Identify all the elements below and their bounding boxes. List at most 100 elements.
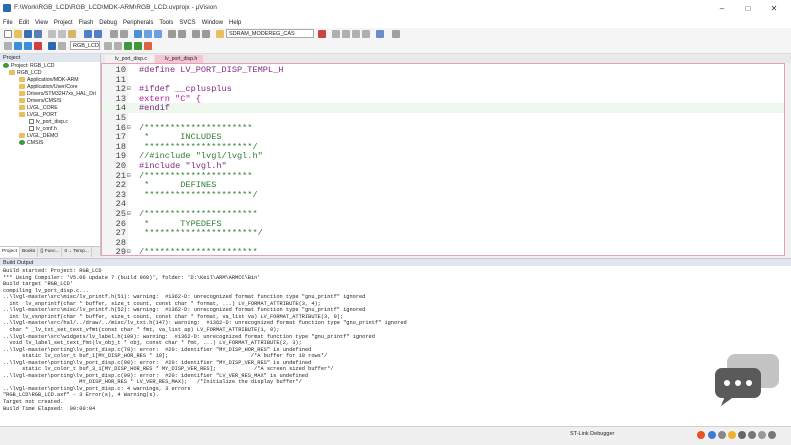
code-editor[interactable]: 10 #define LV_PORT_DISP_TEMPL_H 11 12 ⊟ #ifde… bbox=[101, 63, 785, 256]
tree-item-application-user-core[interactable]: Application/User/Core bbox=[19, 84, 77, 91]
close-button[interactable]: ✕ bbox=[764, 2, 784, 15]
microphone-icon[interactable] bbox=[738, 431, 746, 439]
debug-start-icon[interactable] bbox=[342, 30, 350, 38]
menu-view[interactable]: View bbox=[32, 18, 51, 28]
code-line: 17 * INCLUDES bbox=[102, 132, 784, 142]
menu-debug[interactable]: Debug bbox=[96, 18, 120, 28]
menu-window[interactable]: Window bbox=[199, 18, 226, 28]
tree-item-application-mdk-arm[interactable]: Application/MDK-ARM bbox=[19, 77, 79, 84]
line-number: 19 bbox=[115, 151, 126, 162]
nav-back-icon[interactable] bbox=[110, 30, 118, 38]
tree-item-lv-port-disp-c[interactable]: lv_port_disp.c bbox=[29, 119, 68, 126]
select-packs-icon[interactable] bbox=[144, 42, 152, 50]
target-select[interactable]: RGB_LCD bbox=[70, 41, 100, 50]
menu-svcs[interactable]: SVCS bbox=[176, 18, 198, 28]
tree-item-lv-conf-h[interactable]: lv_conf.h bbox=[29, 126, 57, 133]
bookmark-icon[interactable] bbox=[134, 30, 142, 38]
project-icon bbox=[3, 63, 9, 68]
tree-item-lvgl-port[interactable]: LVGL_PORT bbox=[19, 112, 57, 119]
tree-item-project[interactable]: Project: RGB_LCD bbox=[3, 63, 55, 70]
menu-tools[interactable]: Tools bbox=[156, 18, 176, 28]
new-file-icon[interactable] bbox=[4, 30, 12, 38]
translate-icon[interactable] bbox=[4, 42, 12, 50]
tree-item-cmsis[interactable]: CMSIS bbox=[19, 140, 43, 147]
minimize-button[interactable]: – bbox=[712, 2, 732, 15]
status-bar: ST-Link Debugger bbox=[0, 426, 791, 445]
unindent-icon[interactable] bbox=[178, 30, 186, 38]
breakpoint-toggle-icon[interactable] bbox=[362, 30, 370, 38]
menu-flash[interactable]: Flash bbox=[76, 18, 97, 28]
maximize-button[interactable]: □ bbox=[738, 2, 758, 15]
build-icon[interactable] bbox=[14, 42, 22, 50]
prev-bookmark-icon[interactable] bbox=[144, 30, 152, 38]
download-icon[interactable] bbox=[48, 42, 56, 50]
next-bookmark-icon[interactable] bbox=[154, 30, 162, 38]
copy-icon[interactable] bbox=[58, 30, 66, 38]
manage-rte-icon[interactable] bbox=[124, 42, 132, 50]
find-in-files-icon[interactable] bbox=[216, 30, 224, 38]
build-output-line: int lv_vsnprintf(char * buffer, size_t c… bbox=[3, 313, 344, 320]
cut-icon[interactable] bbox=[48, 30, 56, 38]
tab-templates[interactable]: 0→ Temp... bbox=[62, 247, 92, 257]
tree-item-rgb-lcd[interactable]: RGB_LCD bbox=[9, 70, 42, 77]
file-extensions-icon[interactable] bbox=[114, 42, 122, 50]
config-wrench-icon[interactable] bbox=[392, 30, 400, 38]
editor-vertical-scrollbar[interactable] bbox=[785, 63, 791, 256]
keyboard-icon[interactable] bbox=[748, 431, 756, 439]
paste-icon[interactable] bbox=[68, 30, 76, 38]
menu-grid-icon[interactable] bbox=[768, 431, 776, 439]
pack-installer-icon[interactable] bbox=[134, 42, 142, 50]
fold-toggle-icon[interactable]: ⊟ bbox=[127, 247, 133, 255]
menu-edit[interactable]: Edit bbox=[16, 18, 32, 28]
comment-icon[interactable] bbox=[192, 30, 200, 38]
indent-icon[interactable] bbox=[168, 30, 176, 38]
uncomment-icon[interactable] bbox=[202, 30, 210, 38]
menu-peripherals[interactable]: Peripherals bbox=[120, 18, 156, 28]
skin-icon[interactable] bbox=[758, 431, 766, 439]
stop-build-icon[interactable] bbox=[58, 42, 66, 50]
target-options-icon[interactable] bbox=[104, 42, 112, 50]
tree-item-lvgl-core[interactable]: LVGL_CORE bbox=[19, 105, 58, 112]
title-bar: F:\Work\RGB_LCD\RGB_LCD\MDK-ARM\RGB_LCD.… bbox=[0, 0, 791, 19]
breakpoint-icon[interactable] bbox=[352, 30, 360, 38]
save-icon[interactable] bbox=[24, 30, 32, 38]
menu-file[interactable]: File bbox=[0, 18, 16, 28]
menu-project[interactable]: Project bbox=[51, 18, 76, 28]
code-line: 13 extern "C" { bbox=[102, 94, 784, 104]
menu-help[interactable]: Help bbox=[226, 18, 244, 28]
fold-toggle-icon[interactable]: ⊟ bbox=[127, 123, 133, 133]
tab-lv-port-disp-h[interactable]: lv_port_disp.h bbox=[155, 55, 203, 63]
code-text: *********************/ bbox=[139, 141, 258, 152]
build-output-header: Build Output bbox=[0, 258, 791, 266]
function-select[interactable]: SDRAM_MODEREG_CAS bbox=[226, 29, 314, 38]
fold-toggle-icon[interactable]: ⊟ bbox=[127, 84, 133, 94]
tree-item-lvgl-demo[interactable]: LVGL_DEMO bbox=[19, 133, 58, 140]
tab-project[interactable]: Project bbox=[0, 247, 20, 257]
tab-lv-port-disp-c[interactable]: lv_port_disp.c bbox=[105, 55, 153, 63]
batch-build-icon[interactable] bbox=[34, 42, 42, 50]
tab-books[interactable]: Books bbox=[20, 247, 39, 257]
find-icon[interactable] bbox=[318, 30, 326, 38]
punctuation-icon[interactable] bbox=[718, 431, 726, 439]
undo-icon[interactable] bbox=[84, 30, 92, 38]
code-line: 14 #endif bbox=[102, 103, 784, 114]
code-line: 29 ⊟ /********************** bbox=[102, 247, 784, 255]
code-text: #include "lvgl.h" bbox=[139, 161, 227, 171]
tree-item-drivers-hal[interactable]: Drivers/STM32H7xx_HAL_Dri bbox=[19, 91, 96, 98]
fold-toggle-icon[interactable]: ⊟ bbox=[127, 209, 133, 219]
redo-icon[interactable] bbox=[94, 30, 102, 38]
window-layout-icon[interactable] bbox=[376, 30, 384, 38]
open-file-icon[interactable] bbox=[14, 30, 22, 38]
rebuild-icon[interactable] bbox=[24, 42, 32, 50]
save-all-icon[interactable] bbox=[34, 30, 42, 38]
tree-item-drivers-cmsis[interactable]: Drivers/CMSIS bbox=[19, 98, 61, 105]
emoji-icon[interactable] bbox=[728, 431, 736, 439]
fold-toggle-icon[interactable]: ⊟ bbox=[127, 171, 133, 181]
tab-functions[interactable]: {} Func... bbox=[38, 247, 63, 257]
chat-bubble-icon[interactable] bbox=[713, 352, 783, 408]
incremental-find-icon[interactable] bbox=[332, 30, 340, 38]
chinese-input-icon[interactable] bbox=[708, 431, 716, 439]
folder-icon bbox=[19, 91, 25, 96]
nav-forward-icon[interactable] bbox=[120, 30, 128, 38]
sogou-ime-icon[interactable] bbox=[697, 431, 705, 439]
